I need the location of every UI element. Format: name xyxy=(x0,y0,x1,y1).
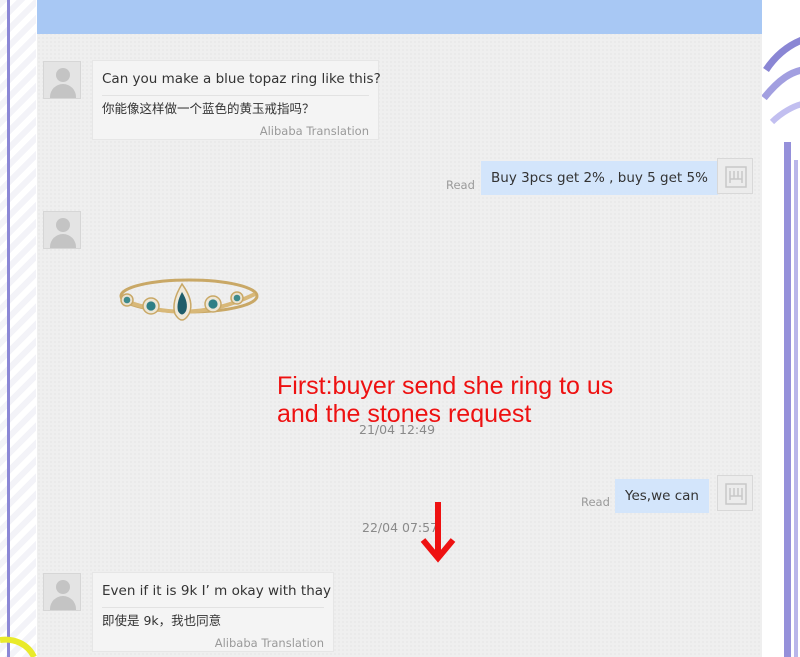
left-decorative-line xyxy=(7,0,10,657)
read-status: Read xyxy=(446,178,475,192)
left-decorative-stripes xyxy=(0,0,36,657)
avatar-head-shape xyxy=(56,218,70,232)
annotation-line-2: and the stones request xyxy=(277,400,532,428)
chat-header-bar xyxy=(37,0,762,34)
incoming-message-bubble[interactable]: Can you make a blue topaz ring like this… xyxy=(92,60,381,140)
translation-label: Alibaba Translation xyxy=(259,124,369,138)
translation-label: Alibaba Translation xyxy=(214,636,324,650)
annotation-line-1: First:buyer send she ring to us xyxy=(277,372,614,400)
seller-avatar[interactable] xyxy=(717,475,753,511)
buyer-avatar[interactable] xyxy=(43,61,81,99)
annotation-text: First:buyer send she ring to us and the … xyxy=(277,372,613,428)
right-decorative-border xyxy=(762,0,800,657)
chat-window[interactable]: Can you make a blue topaz ring like this… xyxy=(37,0,762,657)
shop-logo-icon xyxy=(725,166,747,188)
incoming-message-bubble[interactable]: Even if it is 9k I’ m okay with thay 即使是… xyxy=(92,572,334,652)
message-text-english: Can you make a blue topaz ring like this… xyxy=(102,61,381,96)
right-decorative-bar xyxy=(784,142,791,657)
ring-photo[interactable] xyxy=(115,260,265,340)
timestamp: 21/04 12:49 xyxy=(359,422,436,437)
buyer-avatar[interactable] xyxy=(43,211,81,249)
outgoing-message-bubble[interactable]: Yes,we can xyxy=(615,479,709,513)
avatar-body-shape xyxy=(50,596,76,610)
message-text-english: Even if it is 9k I’ m okay with thay xyxy=(102,573,331,608)
shop-logo-icon xyxy=(725,483,747,505)
red-arrow-down-icon xyxy=(420,502,456,563)
read-status: Read xyxy=(581,495,610,509)
avatar-head-shape xyxy=(56,580,70,594)
outgoing-message-bubble[interactable]: Buy 3pcs get 2% , buy 5 get 5% xyxy=(481,161,718,195)
message-text-chinese: 即使是 9k，我也同意 xyxy=(102,613,222,628)
message-text-chinese: 你能像这样做一个蓝色的黄玉戒指吗？ xyxy=(102,101,315,116)
corner-swirl-icon xyxy=(0,636,37,657)
right-decorative-bar-thin xyxy=(794,160,798,657)
avatar-body-shape xyxy=(50,84,76,98)
avatar-body-shape xyxy=(50,234,76,248)
seller-avatar[interactable] xyxy=(717,158,753,194)
avatar-head-shape xyxy=(56,68,70,82)
buyer-avatar[interactable] xyxy=(43,573,81,611)
swirl-decoration-icon xyxy=(762,37,800,125)
